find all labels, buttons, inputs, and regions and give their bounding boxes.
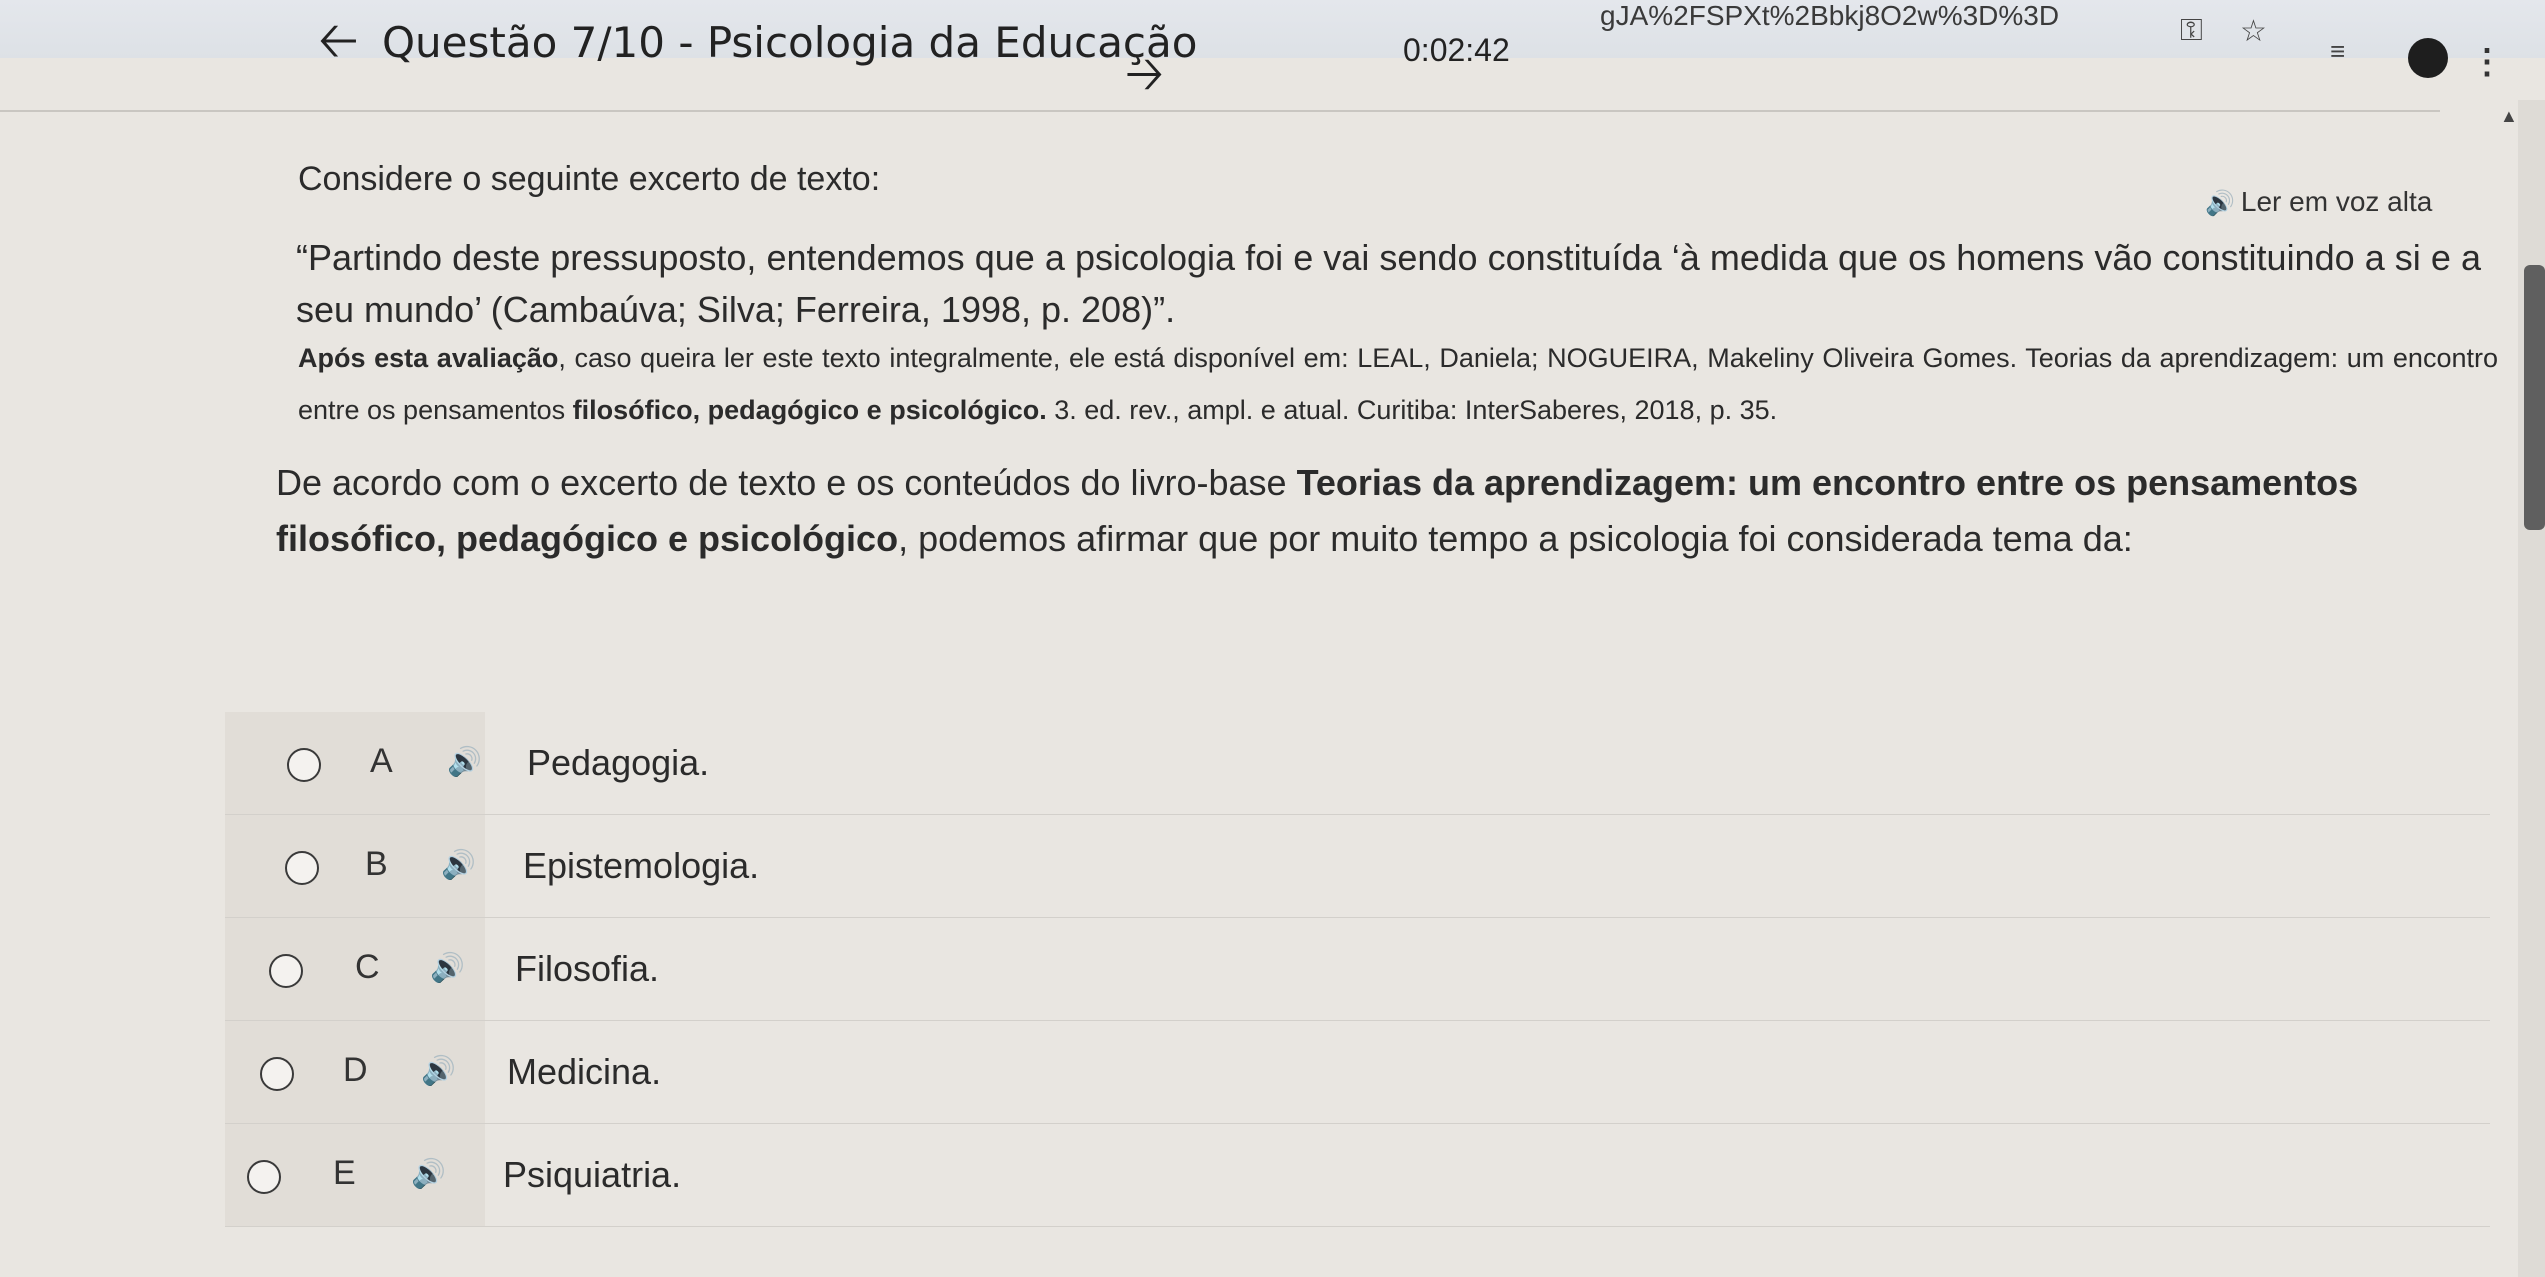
scrollbar-thumb[interactable] xyxy=(2524,265,2545,530)
option-letter: C xyxy=(355,948,380,986)
question-part-2: , podemos afirmar que por muito tempo a … xyxy=(898,518,2133,559)
option-text: Pedagogia. xyxy=(527,742,710,783)
scroll-up-icon[interactable]: ▲ xyxy=(2500,106,2518,127)
radio-button[interactable] xyxy=(269,954,303,988)
radio-button[interactable] xyxy=(247,1160,281,1194)
timer: 0:02:42 xyxy=(1403,32,1510,68)
option-text: Epistemologia. xyxy=(523,845,760,886)
speaker-icon[interactable]: 🔊 xyxy=(430,951,465,984)
option-letter: E xyxy=(333,1154,356,1192)
reference-text: Após esta avaliação, caso queira ler est… xyxy=(298,332,2498,436)
question-header: 🡠 Questão 7/10 - Psicologia da Educação … xyxy=(0,0,2440,112)
radio-button[interactable] xyxy=(260,1057,294,1091)
speaker-icon[interactable]: 🔊 xyxy=(441,848,476,881)
read-aloud-button[interactable]: 🔊 Ler em voz alta xyxy=(2205,186,2432,218)
option-letter: A xyxy=(370,742,393,780)
option-text: Filosofia. xyxy=(515,948,660,989)
radio-button[interactable] xyxy=(285,851,319,885)
back-arrow-icon[interactable]: 🡠 xyxy=(318,4,359,89)
speaker-icon: 🔊 xyxy=(2205,190,2235,217)
read-aloud-label: Ler em voz alta xyxy=(2240,186,2433,217)
page-title: Questão 7/10 - Psicologia da Educação xyxy=(382,18,1198,67)
option-e[interactable]: E 🔊 Psiquiatria. xyxy=(225,1124,2490,1227)
reference-bold-1: Após esta avaliação xyxy=(298,343,559,373)
speaker-icon[interactable]: 🔊 xyxy=(447,745,482,778)
speaker-icon[interactable]: 🔊 xyxy=(411,1157,446,1190)
option-letter: B xyxy=(365,845,388,883)
option-text: Psiquiatria. xyxy=(503,1154,682,1195)
speaker-icon[interactable]: 🔊 xyxy=(421,1054,456,1087)
option-c[interactable]: C 🔊 Filosofia. xyxy=(225,918,2490,1021)
reference-text-2: 3. ed. rev., ampl. e atual. Curitiba: In… xyxy=(1046,395,1778,425)
intro-text: Considere o seguinte excerto de texto: xyxy=(298,160,881,198)
radio-button[interactable] xyxy=(287,748,321,782)
answer-options: A 🔊 Pedagogia. B 🔊 Epistemologia. C 🔊 Fi… xyxy=(225,712,2490,1227)
quote-text: “Partindo deste pressuposto, entendemos … xyxy=(296,237,2481,330)
question-part-1: De acordo com o excerto de texto e os co… xyxy=(276,462,1297,503)
option-d[interactable]: D 🔊 Medicina. xyxy=(225,1021,2490,1124)
option-b[interactable]: B 🔊 Epistemologia. xyxy=(225,815,2490,918)
menu-icon[interactable]: ⋮ xyxy=(2470,42,2504,82)
question-text: De acordo com o excerto de texto e os co… xyxy=(276,455,2491,567)
next-arrow-icon[interactable]: 🡢 xyxy=(1125,40,1164,121)
option-a[interactable]: A 🔊 Pedagogia. xyxy=(225,712,2490,815)
reference-bold-2: filosófico, pedagógico e psicológico. xyxy=(572,395,1047,425)
option-text: Medicina. xyxy=(507,1051,662,1092)
option-letter: D xyxy=(343,1051,368,1089)
